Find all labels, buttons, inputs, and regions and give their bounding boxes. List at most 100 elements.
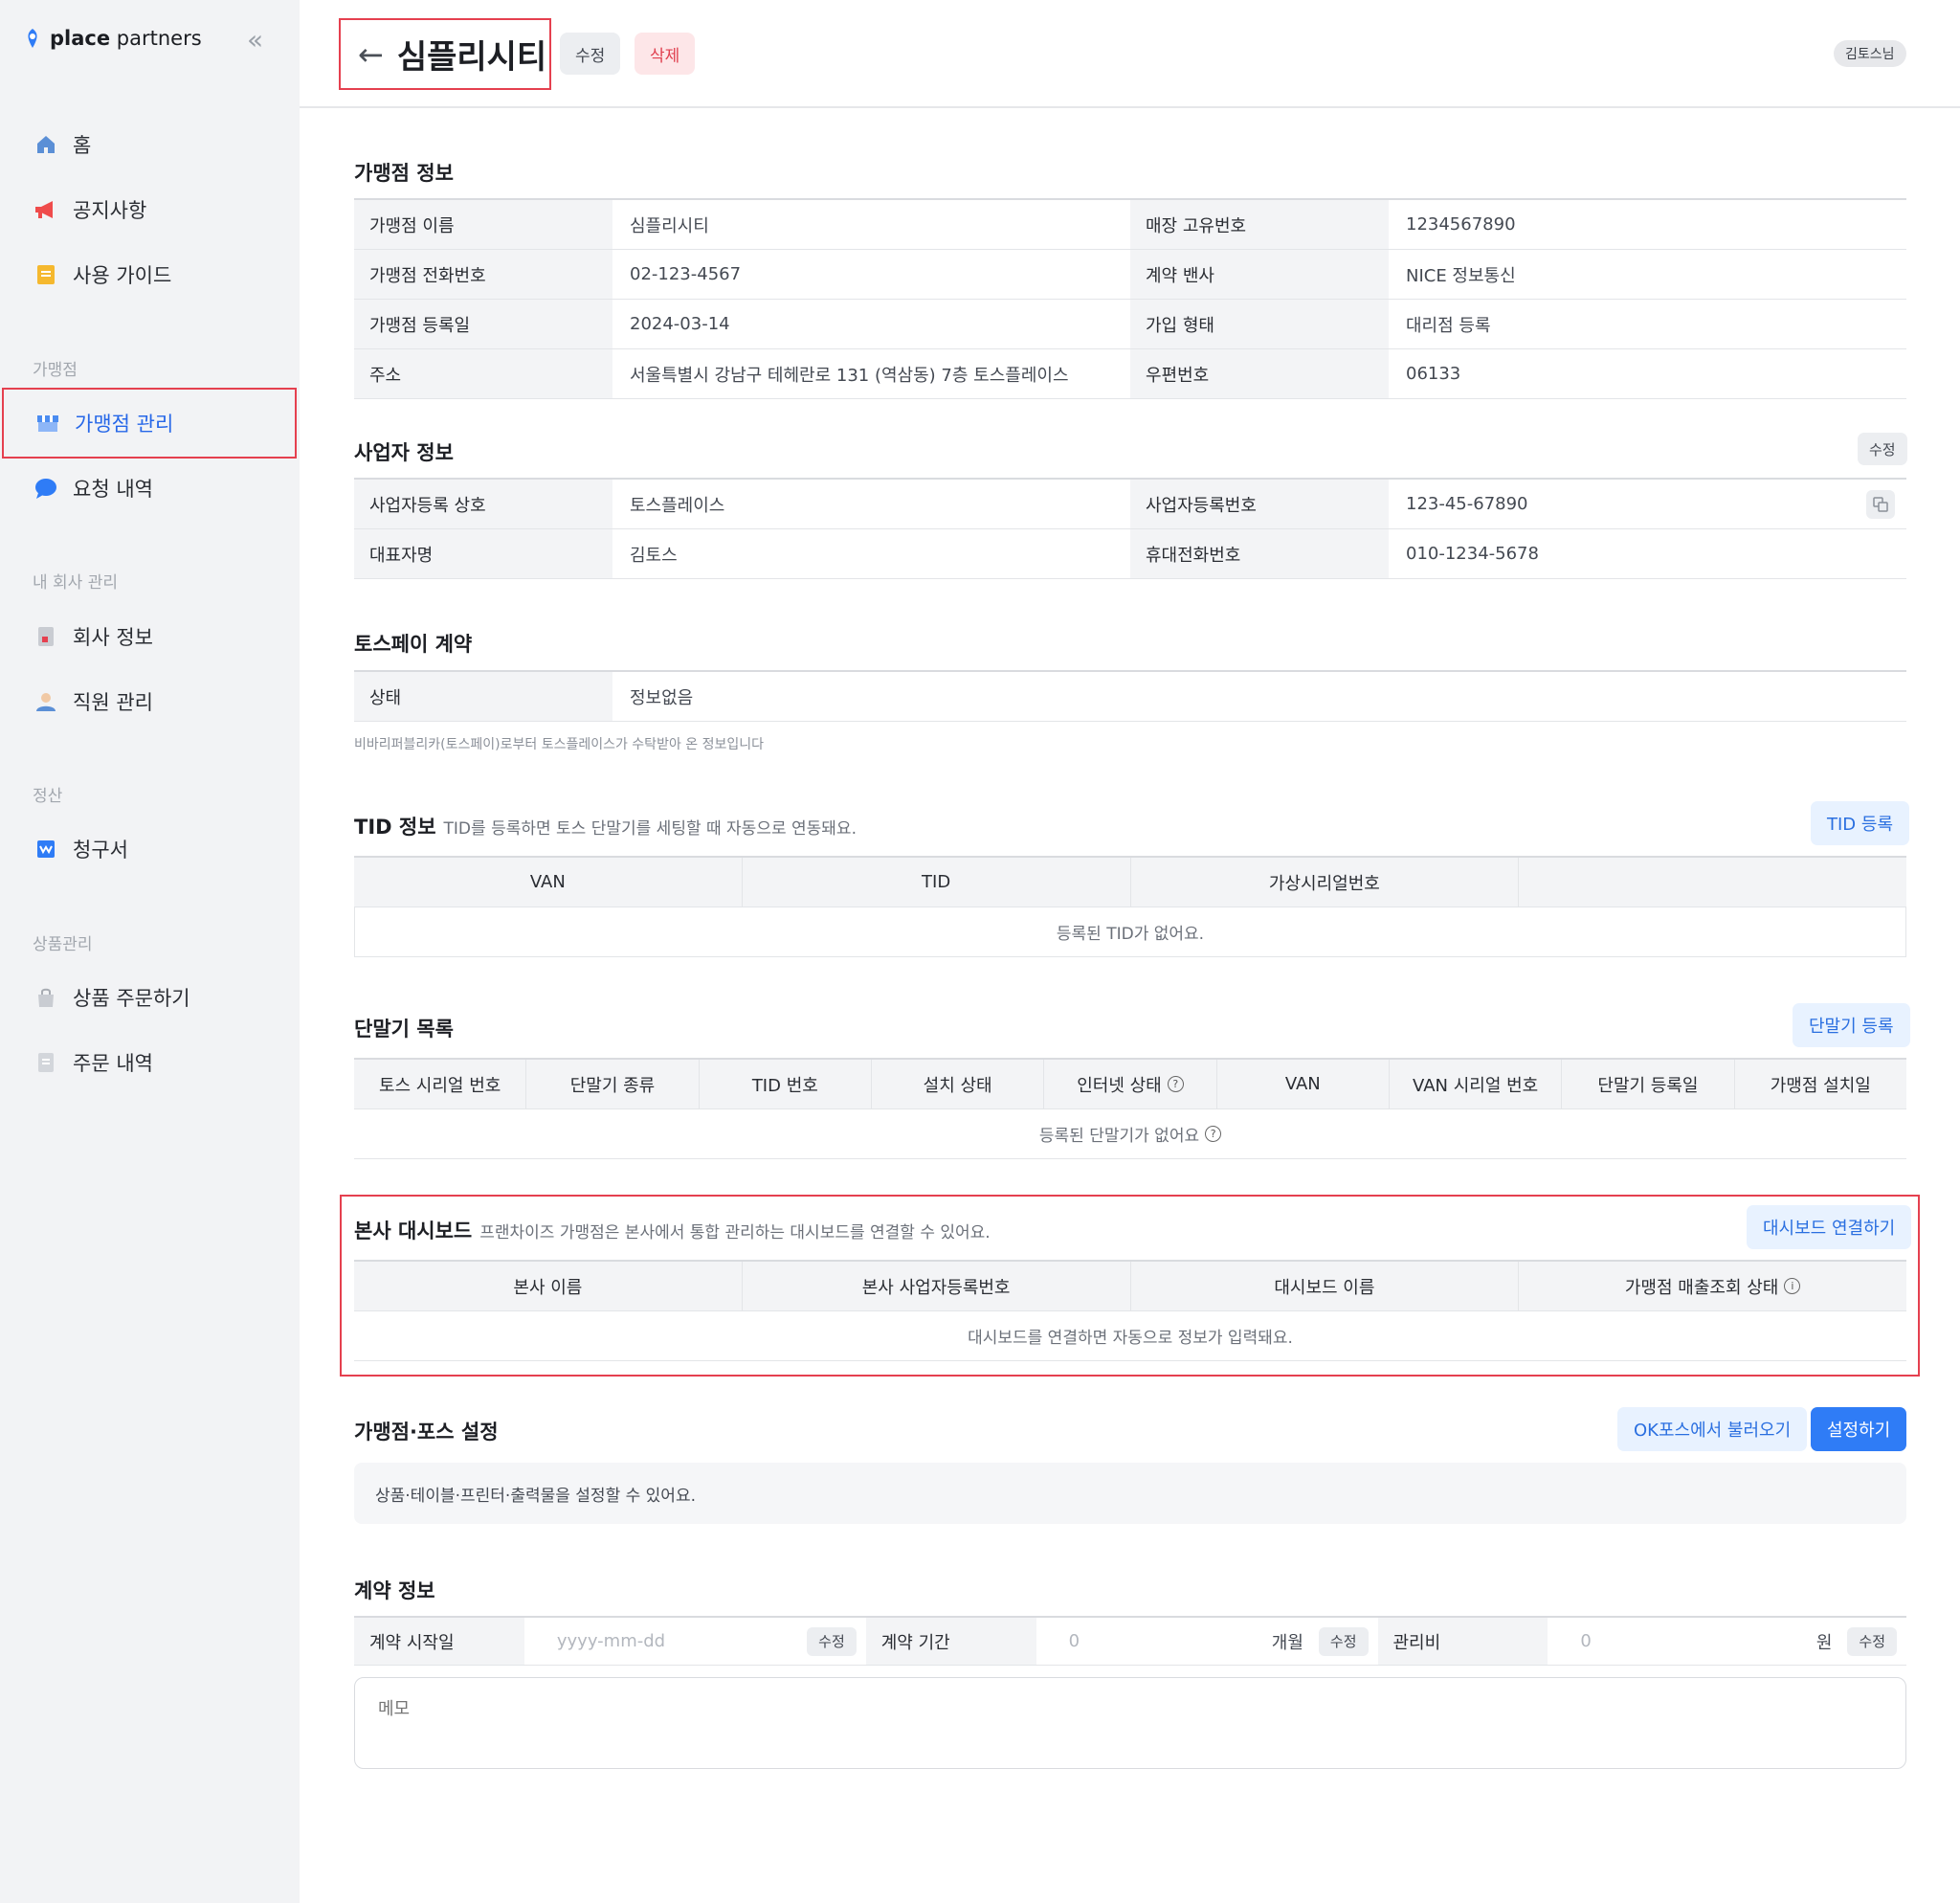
invoice-icon bbox=[33, 836, 59, 862]
field-value: 토스플레이스 bbox=[630, 495, 725, 516]
sidebar-item-notice[interactable]: 공지사항 bbox=[0, 181, 300, 238]
table-row: 사업자등록 상호 토스플레이스 사업자등록번호 123-45-67890 bbox=[354, 480, 1906, 529]
connect-dashboard-button[interactable]: 대시보드 연결하기 bbox=[1747, 1205, 1912, 1249]
copy-icon[interactable] bbox=[1866, 489, 1895, 519]
memo-textarea[interactable] bbox=[354, 1677, 1906, 1769]
help-icon[interactable]: ? bbox=[1205, 1126, 1222, 1142]
page-title-box: ← 심플리시티 bbox=[339, 18, 551, 90]
section-label-product: 상품관리 bbox=[33, 935, 93, 954]
field-label: 매장 고유번호 bbox=[1130, 200, 1389, 249]
page-title: 심플리시티 bbox=[396, 38, 547, 77]
sidebar-item-label: 사용 가이드 bbox=[73, 264, 172, 287]
table-header: 본사 이름 본사 사업자등록번호 대시보드 이름 가맹점 매출조회 상태 i bbox=[354, 1262, 1906, 1311]
back-arrow-icon[interactable]: ← bbox=[358, 36, 384, 73]
field-label: 관리비 bbox=[1377, 1618, 1548, 1665]
field-value: 김토스 bbox=[630, 545, 678, 566]
sidebar-item-order-history[interactable]: 주문 내역 bbox=[0, 1034, 300, 1091]
column-header: 단말기 종류 bbox=[526, 1060, 700, 1108]
field-value: 심플리시티 bbox=[630, 215, 709, 236]
contract-start-field: yyyy-mm-dd 수정 bbox=[524, 1618, 866, 1665]
edit-start-button[interactable]: 수정 bbox=[807, 1626, 857, 1656]
sidebar-item-order-product[interactable]: 상품 주문하기 bbox=[0, 969, 300, 1026]
chat-bubble-icon bbox=[33, 475, 59, 502]
guide-book-icon bbox=[33, 261, 59, 288]
table-header: VAN TID 가상시리얼번호 bbox=[354, 858, 1906, 907]
brand-name-rest: partners bbox=[110, 27, 202, 50]
register-terminal-button[interactable]: 단말기 등록 bbox=[1793, 1003, 1910, 1047]
logo[interactable]: place partners bbox=[21, 27, 202, 50]
field-value: NICE 정보통신 bbox=[1406, 265, 1516, 286]
delete-store-button[interactable]: 삭제 bbox=[635, 33, 696, 75]
table-header: 토스 시리얼 번호 단말기 종류 TID 번호 설치 상태 인터넷 상태? VA… bbox=[354, 1060, 1906, 1109]
column-header: VAN bbox=[1217, 1060, 1390, 1108]
field-label: 가맹점 이름 bbox=[354, 200, 612, 249]
column-header bbox=[1519, 858, 1906, 907]
field-value: 1234567890 bbox=[1406, 214, 1516, 235]
sidebar-item-invoice[interactable]: 청구서 bbox=[0, 820, 300, 878]
edit-fee-button[interactable]: 수정 bbox=[1847, 1626, 1898, 1656]
contract-period-input[interactable]: 0 bbox=[1069, 1631, 1080, 1651]
section-label-store: 가맹점 bbox=[33, 361, 78, 380]
hq-desc: 프랜차이즈 가맹점은 본사에서 통합 관리하는 대시보드를 연결할 수 있어요. bbox=[479, 1223, 991, 1243]
empty-text: 등록된 단말기가 없어요 bbox=[1038, 1127, 1200, 1146]
field-label: 가맹점 등록일 bbox=[354, 300, 612, 348]
field-label: 가맹점 전화번호 bbox=[354, 250, 612, 299]
sidebar-item-store-manage[interactable]: 가맹점 관리 bbox=[2, 388, 297, 459]
home-icon bbox=[33, 131, 59, 158]
sidebar-item-guide[interactable]: 사용 가이드 bbox=[0, 246, 300, 303]
collapse-sidebar-icon[interactable]: « bbox=[247, 27, 276, 56]
field-label: 대표자명 bbox=[354, 529, 612, 578]
store-info-table: 가맹점 이름 심플리시티 매장 고유번호 1234567890 가맹점 전화번호… bbox=[354, 198, 1906, 399]
user-menu[interactable]: 김토스님 bbox=[1834, 40, 1906, 67]
field-label: 주소 bbox=[354, 349, 612, 398]
help-icon[interactable]: ? bbox=[1167, 1076, 1184, 1092]
contract-title: 계약 정보 bbox=[354, 1579, 435, 1602]
import-okpos-button[interactable]: OK포스에서 불러오기 bbox=[1617, 1407, 1808, 1451]
receipt-icon bbox=[33, 1049, 59, 1076]
sidebar-item-label: 직원 관리 bbox=[73, 691, 153, 714]
sidebar-item-staff[interactable]: 직원 관리 bbox=[0, 673, 300, 730]
field-value: 대리점 등록 bbox=[1406, 315, 1491, 336]
edit-store-button[interactable]: 수정 bbox=[560, 33, 621, 75]
store-info-title: 가맹점 정보 bbox=[354, 162, 454, 185]
sidebar-item-label: 주문 내역 bbox=[73, 1052, 153, 1075]
terminal-title: 단말기 목록 bbox=[354, 1018, 454, 1041]
column-header: 본사 사업자등록번호 bbox=[743, 1262, 1131, 1310]
column-header: 본사 이름 bbox=[354, 1262, 743, 1310]
sidebar-item-home[interactable]: 홈 bbox=[0, 116, 300, 173]
table-row: 상태 정보없음 bbox=[354, 672, 1906, 722]
sidebar-item-company-info[interactable]: 회사 정보 bbox=[0, 608, 300, 665]
contract-row: 계약 시작일 yyyy-mm-dd 수정 계약 기간 0 개월 수정 관리비 0… bbox=[354, 1616, 1906, 1666]
field-label: 우편번호 bbox=[1130, 349, 1389, 398]
info-icon[interactable]: i bbox=[1784, 1278, 1801, 1294]
setup-button[interactable]: 설정하기 bbox=[1811, 1407, 1907, 1451]
column-header: 설치 상태 bbox=[872, 1060, 1045, 1108]
column-header: 단말기 등록일 bbox=[1562, 1060, 1735, 1108]
column-header: VAN bbox=[354, 858, 743, 907]
edit-biz-info-button[interactable]: 수정 bbox=[1858, 433, 1907, 465]
section-label-settle: 정산 bbox=[33, 787, 63, 806]
field-label: 계약 시작일 bbox=[354, 1618, 524, 1665]
field-label: 사업자등록 상호 bbox=[354, 480, 612, 528]
period-unit: 개월 bbox=[1271, 1632, 1303, 1653]
field-value: 06133 bbox=[1406, 364, 1461, 384]
register-tid-button[interactable]: TID 등록 bbox=[1811, 801, 1910, 845]
contract-period-field: 0 개월 수정 bbox=[1036, 1618, 1378, 1665]
fee-unit: 원 bbox=[1815, 1632, 1833, 1653]
field-label: 휴대전화번호 bbox=[1130, 529, 1389, 578]
tosspay-title: 토스페이 계약 bbox=[354, 633, 473, 656]
management-fee-input[interactable]: 0 bbox=[1580, 1631, 1591, 1651]
column-header: 인터넷 상태 bbox=[1077, 1075, 1162, 1096]
biz-info-title: 사업자 정보 bbox=[354, 441, 454, 464]
tid-table: VAN TID 가상시리얼번호 등록된 TID가 없어요. bbox=[354, 856, 1906, 957]
field-value: 123-45-67890 bbox=[1406, 494, 1528, 514]
person-icon bbox=[33, 688, 59, 715]
sidebar-item-requests[interactable]: 요청 내역 bbox=[0, 459, 300, 517]
column-header: VAN 시리얼 번호 bbox=[1390, 1060, 1563, 1108]
contract-start-input[interactable]: yyyy-mm-dd bbox=[557, 1631, 665, 1651]
column-header: 가상시리얼번호 bbox=[1131, 858, 1520, 907]
column-header: 가맹점 매출조회 상태 bbox=[1624, 1277, 1779, 1298]
field-label: 계약 밴사 bbox=[1130, 250, 1389, 299]
edit-period-button[interactable]: 수정 bbox=[1318, 1626, 1369, 1656]
field-label: 가입 형태 bbox=[1130, 300, 1389, 348]
